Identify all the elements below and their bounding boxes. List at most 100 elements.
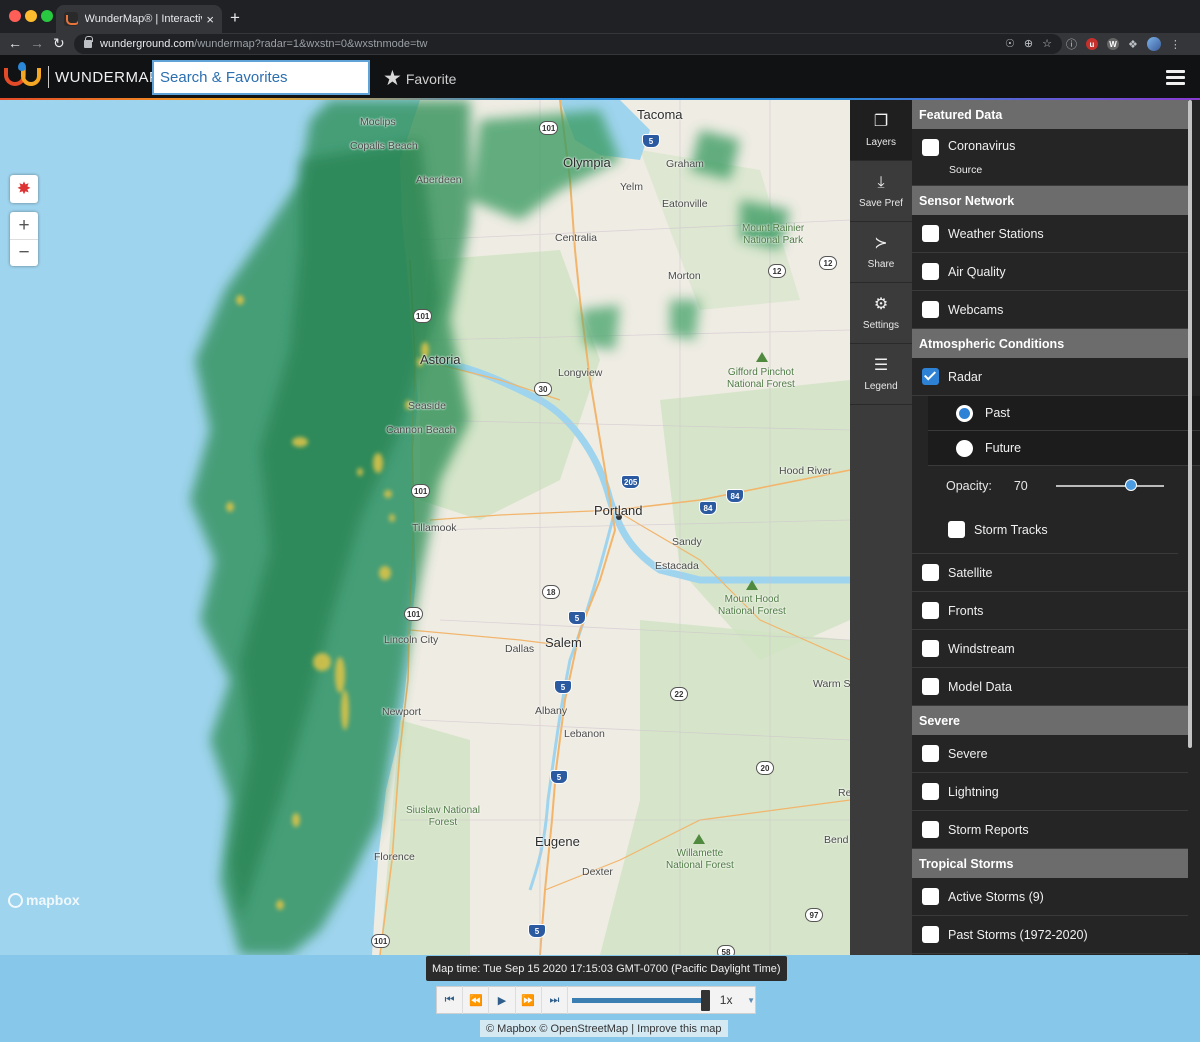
save-pref-button[interactable]: ⤓ Save Pref [850, 161, 912, 222]
url-path: /wundermap?radar=1&wxstn=0&wxstnmode=tw [194, 38, 428, 50]
search-box[interactable] [152, 60, 370, 95]
map-label-warm-springs: Warm S [813, 678, 850, 690]
fronts-checkbox[interactable] [922, 602, 939, 619]
skip-start-icon[interactable]: ⏮ [437, 986, 464, 1014]
layer-satellite[interactable]: Satellite [912, 554, 1188, 592]
layer-fronts[interactable]: Fronts [912, 592, 1188, 630]
opacity-slider[interactable] [1055, 479, 1164, 491]
air-quality-checkbox[interactable] [922, 263, 939, 280]
speed-select[interactable]: 1x [720, 993, 741, 1007]
info-icon[interactable]: ⓘ [1066, 36, 1077, 52]
layer-severe[interactable]: Severe [912, 735, 1188, 773]
storm-tracks-checkbox[interactable] [948, 521, 965, 538]
tab-close-icon[interactable]: × [206, 12, 214, 27]
future-radio[interactable] [956, 439, 973, 457]
legend-button[interactable]: ☰ Legend [850, 344, 912, 405]
hamburger-menu-icon[interactable] [1166, 70, 1185, 85]
map-label-rainier: Mount Rainier National Park [742, 223, 805, 246]
bookmark-star-icon[interactable]: ☆ [1042, 37, 1052, 50]
windstream-checkbox[interactable] [922, 640, 939, 657]
zoom-icon[interactable]: ⊕ [1024, 37, 1033, 50]
extension-red-icon[interactable]: u [1086, 38, 1098, 50]
search-input[interactable] [160, 69, 360, 86]
close-window-button[interactable] [9, 10, 21, 22]
section-severe: Severe [912, 706, 1188, 735]
extensions-puzzle-icon[interactable]: ❖ [1128, 38, 1138, 51]
step-back-icon[interactable]: ⏪ [463, 986, 490, 1014]
radar-past-option[interactable]: Past [928, 396, 1200, 431]
layer-storm-reports[interactable]: Storm Reports [912, 811, 1188, 849]
coronavirus-source-link[interactable]: Source [949, 164, 982, 176]
past-radio[interactable] [956, 404, 973, 422]
highway-shield: 5 [554, 680, 572, 694]
map-label-florence: Florence [374, 851, 415, 863]
list-icon: ☰ [873, 356, 889, 374]
layer-air-quality[interactable]: Air Quality [912, 253, 1188, 291]
webcams-checkbox[interactable] [922, 301, 939, 318]
coronavirus-checkbox[interactable] [922, 139, 939, 156]
forward-arrow-icon[interactable]: → [30, 35, 44, 51]
map-settings-gear-icon[interactable]: ✸ [10, 175, 38, 203]
highway-shield: 101 [413, 309, 433, 323]
radar-checkbox[interactable] [922, 368, 939, 385]
layer-windstream[interactable]: Windstream [912, 630, 1188, 668]
play-icon[interactable]: ▶ [489, 986, 516, 1014]
highway-shield: 84 [726, 489, 744, 503]
browser-tab[interactable]: WunderMap® | Interactive Wea × [56, 5, 222, 33]
layer-lightning[interactable]: Lightning [912, 773, 1188, 811]
layers-button[interactable]: ❐ Layers [850, 100, 912, 161]
skip-end-icon[interactable]: ⏭ [542, 986, 569, 1014]
settings-button[interactable]: ⚙ Settings [850, 283, 912, 344]
location-icon[interactable]: ☉ [1005, 37, 1015, 50]
satellite-checkbox[interactable] [922, 564, 939, 581]
profile-avatar[interactable] [1146, 37, 1161, 51]
map-label-hood-river: Hood River [779, 465, 832, 477]
zoom-in-button[interactable]: + [10, 212, 38, 239]
address-bar[interactable]: wunderground.com /wundermap?radar=1&wxst… [74, 34, 1062, 54]
layer-webcams[interactable]: Webcams [912, 291, 1188, 329]
map-label-astoria: Astoria [420, 352, 461, 367]
timeline-track[interactable] [572, 989, 710, 1011]
download-icon: ⤓ [877, 173, 885, 191]
opacity-slider-knob[interactable] [1125, 479, 1138, 491]
map-attribution[interactable]: © Mapbox © OpenStreetMap | Improve this … [480, 1020, 728, 1037]
storm-reports-checkbox[interactable] [922, 821, 939, 838]
timeline-handle[interactable] [700, 989, 710, 1011]
maximize-window-button[interactable] [41, 10, 53, 22]
radar-future-option[interactable]: Future [928, 431, 1200, 466]
weather-stations-checkbox[interactable] [922, 225, 939, 242]
app-header: WUNDERMAP ★ Favorite [0, 55, 1200, 100]
past-storms-checkbox[interactable] [922, 926, 939, 943]
extension-w-icon[interactable]: W [1107, 38, 1119, 50]
section-sensor-network: Sensor Network [912, 186, 1188, 215]
model-data-checkbox[interactable] [922, 678, 939, 695]
zoom-out-button[interactable]: − [10, 239, 38, 266]
share-button[interactable]: ≻ Share [850, 222, 912, 283]
active-storms-checkbox[interactable] [922, 888, 939, 905]
layer-radar[interactable]: Radar [912, 358, 1188, 396]
map-label-cannon-beach: Cannon Beach [386, 424, 456, 436]
back-arrow-icon[interactable]: ← [8, 35, 22, 51]
layer-active-storms[interactable]: Active Storms (9) [912, 878, 1188, 916]
storm-reports-label: Storm Reports [948, 822, 1029, 837]
layer-past-storms[interactable]: Past Storms (1972-2020) [912, 916, 1188, 954]
reload-icon[interactable]: ↻ [53, 35, 65, 51]
layer-weather-stations[interactable]: Weather Stations [912, 215, 1188, 253]
layer-storm-tracks[interactable]: Storm Tracks [912, 506, 1178, 554]
layer-model-data[interactable]: Model Data [912, 668, 1188, 706]
panel-scrollbar[interactable] [1188, 100, 1192, 748]
step-forward-icon[interactable]: ⏩ [516, 986, 542, 1014]
mapbox-logo[interactable]: mapbox [8, 892, 80, 908]
map-label-newport: Newport [382, 706, 422, 718]
speed-caret-icon[interactable]: ▼ [747, 996, 755, 1005]
minimize-window-button[interactable] [25, 10, 37, 22]
severe-checkbox[interactable] [922, 745, 939, 762]
map-canvas[interactable]: Moclips Copalis Beach Aberdeen Tacoma Ol… [0, 100, 850, 955]
favorite-button[interactable]: ★ Favorite [383, 66, 456, 91]
layer-coronavirus[interactable]: Coronavirus Source [912, 129, 1188, 186]
lightning-checkbox[interactable] [922, 783, 939, 800]
browser-menu-icon[interactable]: ⋮ [1170, 38, 1181, 51]
wundermap-logo[interactable]: WUNDERMAP [4, 62, 160, 89]
highway-shield: 101 [539, 121, 559, 135]
new-tab-button[interactable]: + [230, 8, 240, 28]
